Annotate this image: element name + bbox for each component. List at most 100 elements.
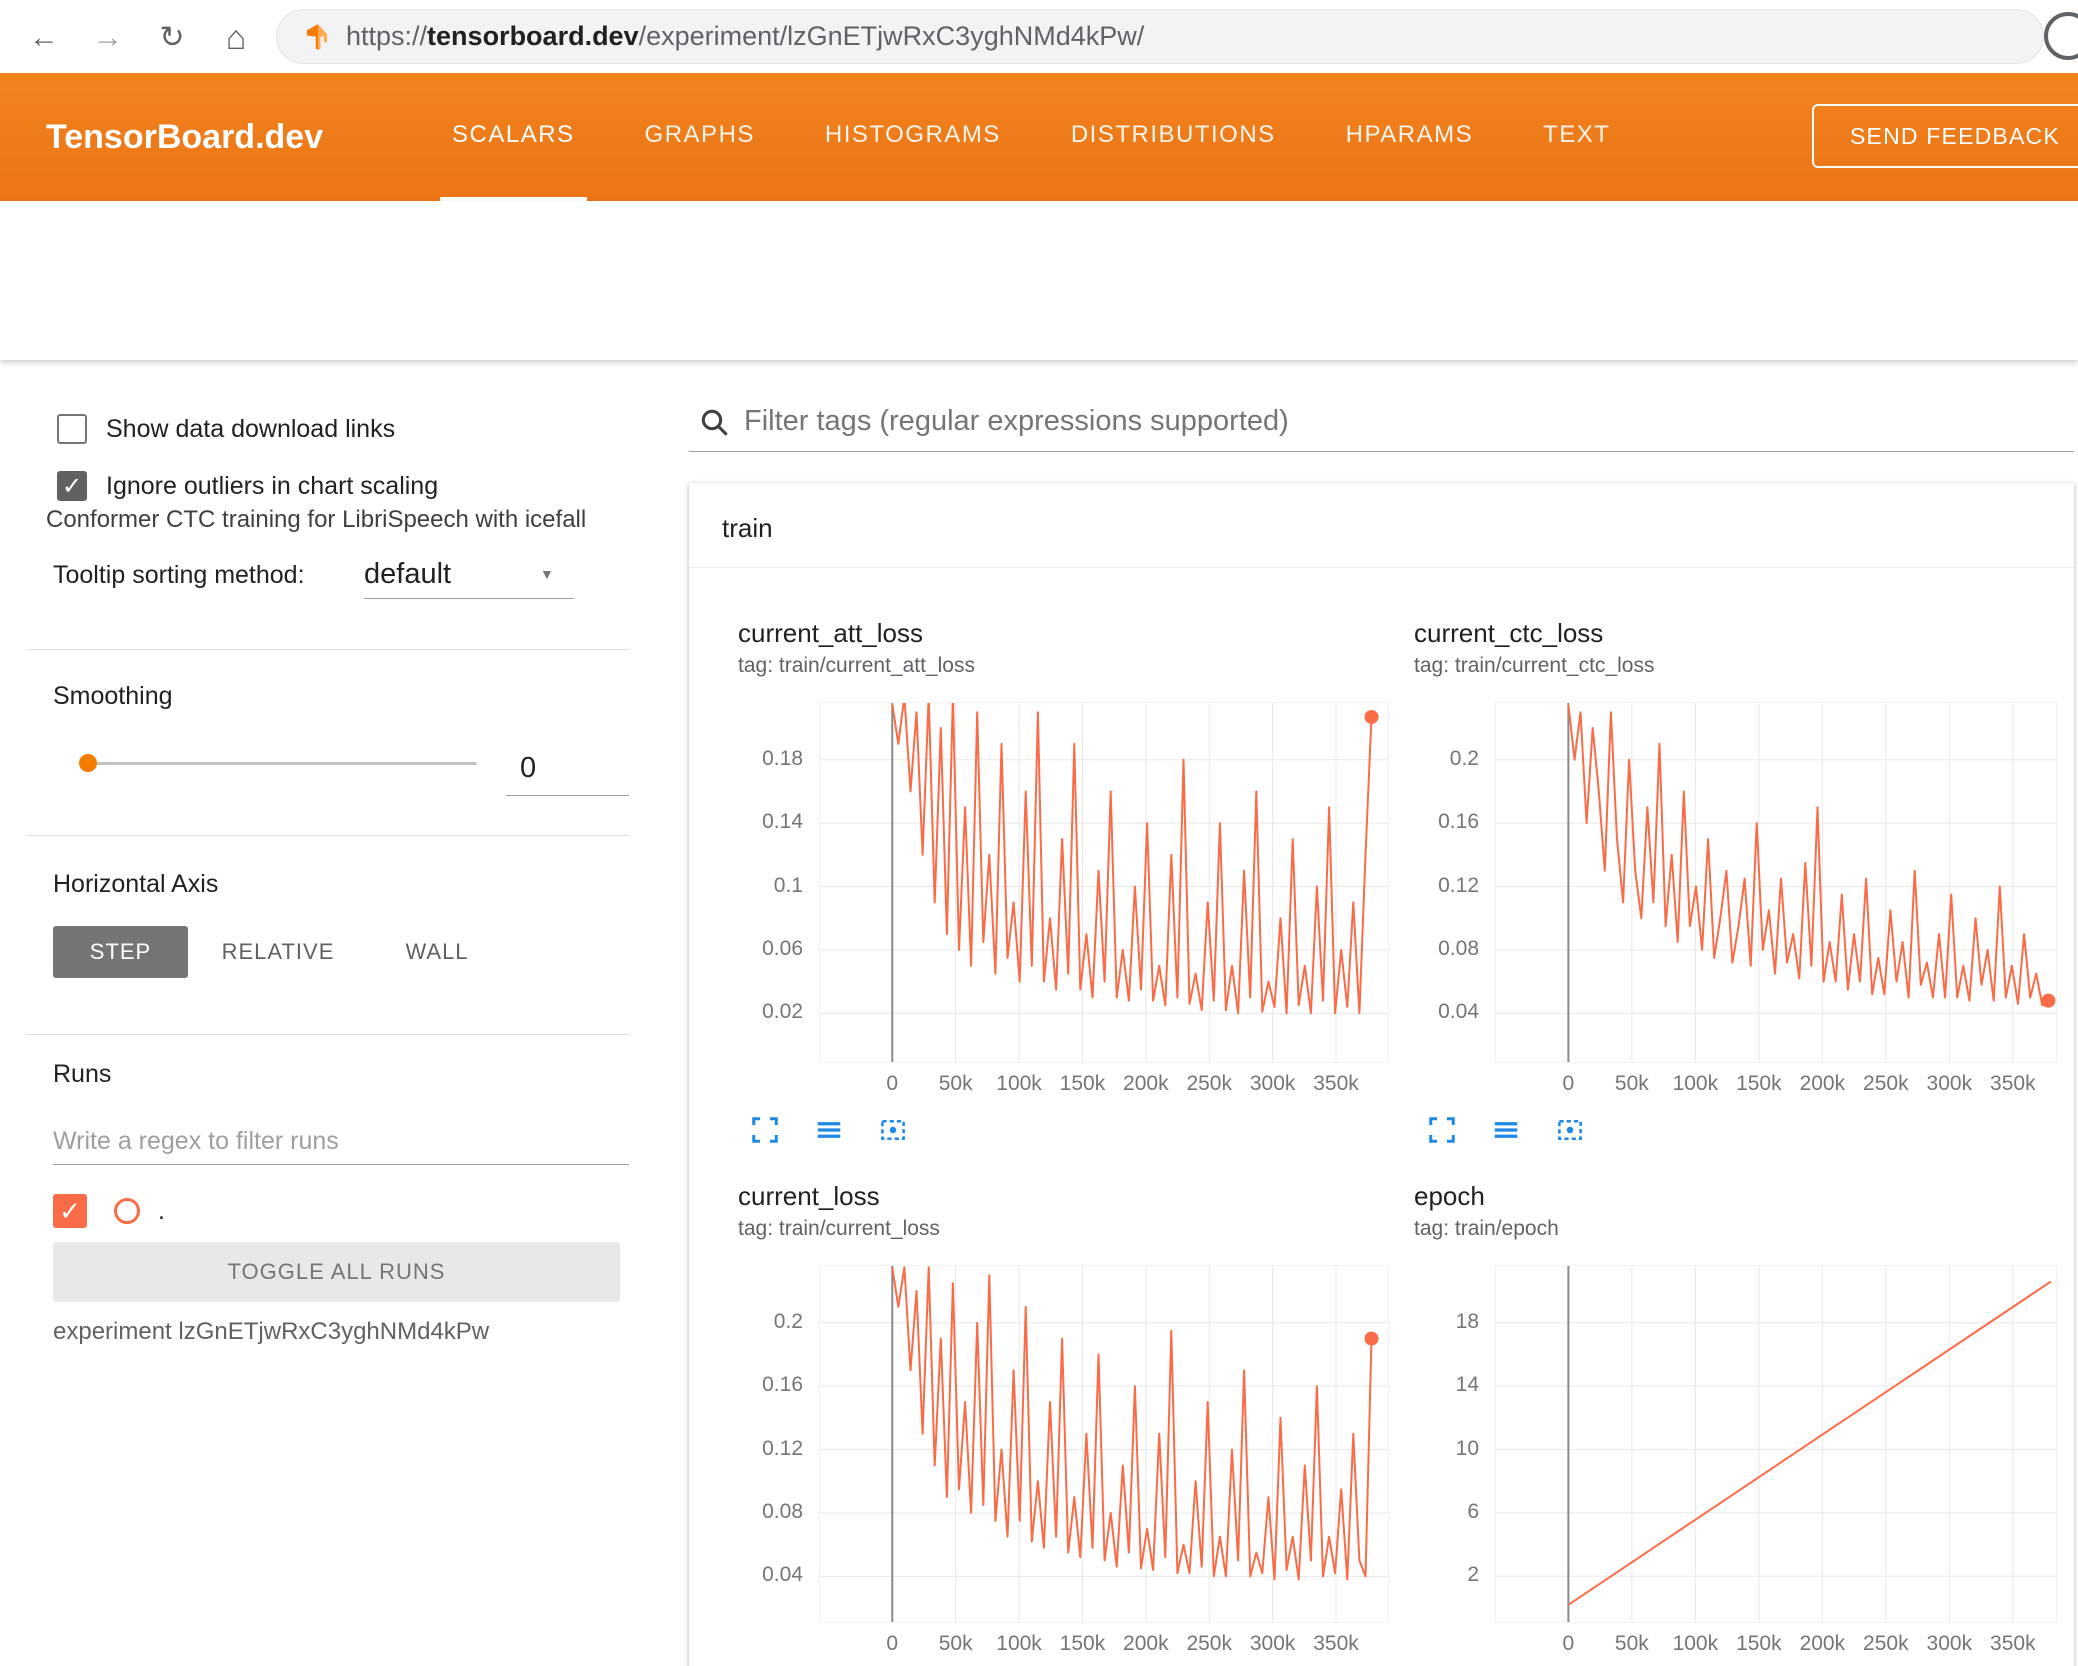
chart-toolbar (1427, 1115, 1585, 1145)
chart-toolbar (750, 1115, 908, 1145)
y-tick-label: 0.2 (773, 1309, 803, 1333)
chart-title: epoch (1414, 1181, 1485, 1211)
ignore-outliers-label: Ignore outliers in chart scaling (106, 472, 439, 500)
tab-graphs[interactable]: GRAPHS (633, 73, 767, 201)
ignore-outliers-checkbox[interactable]: ✓ (57, 471, 87, 501)
tab-distributions[interactable]: DISTRIBUTIONS (1059, 73, 1288, 201)
chart-title: current_att_loss (738, 618, 923, 648)
horizontal-axis-label: Horizontal Axis (53, 870, 219, 898)
runs-label: Runs (53, 1060, 112, 1088)
browser-reload-icon[interactable]: ↻ (150, 16, 194, 60)
y-tick-label: 0.04 (1438, 1000, 1479, 1024)
show-download-checkbox[interactable] (57, 414, 87, 444)
browser-forward-icon[interactable]: → (86, 16, 130, 60)
axis-relative-button[interactable]: RELATIVE (205, 926, 351, 978)
smoothing-slider-track[interactable] (83, 762, 477, 765)
show-download-label: Show data download links (106, 415, 396, 443)
plot-canvas[interactable] (820, 1266, 1388, 1622)
chart-title: current_ctc_loss (1414, 618, 1604, 648)
y-tick-label: 18 (1455, 1309, 1479, 1333)
chart-tag: tag: train/current_ctc_loss (1414, 654, 1655, 677)
y-tick-label: 0.12 (1438, 873, 1479, 897)
y-tick-label: 0.06 (762, 936, 803, 960)
experiment-title: Conformer CTC training for LibriSpeech w… (46, 506, 587, 533)
tooltip-sorting-select[interactable]: default (364, 556, 451, 592)
toggle-all-runs-button[interactable]: TOGGLE ALL RUNS (53, 1242, 620, 1302)
url-scheme: https:// (346, 21, 428, 51)
smoothing-value-input[interactable]: 0 (506, 752, 629, 796)
last-point-dot (1364, 1331, 1379, 1346)
tensorboard-page: ← → ↻ ⌂ https://tensorboard.dev/experime… (0, 0, 2078, 1666)
browser-back-icon[interactable]: ← (22, 16, 66, 60)
log-scale-icon[interactable] (814, 1115, 844, 1145)
fit-domain-icon[interactable] (878, 1115, 908, 1145)
y-tick-label: 0.2 (1449, 746, 1479, 770)
y-tick-label: 0.08 (1438, 936, 1479, 960)
tooltip-sorting-underline (364, 598, 574, 599)
train-group-title[interactable]: train (722, 513, 773, 544)
plot-epoch[interactable]: 2 6 10 14 18 0 50k 100k 150k 200k 250k 300k 350k (1456, 1265, 2057, 1655)
last-point-dot (2041, 993, 2056, 1008)
plot-canvas[interactable] (820, 695, 1388, 1062)
y-tick-label: 0.14 (762, 810, 803, 834)
runs-filter-underline (53, 1164, 629, 1165)
y-tick-label: 0.04 (762, 1563, 803, 1587)
run-checkbox[interactable]: ✓ (53, 1194, 87, 1228)
run-color-swatch[interactable] (114, 1198, 140, 1224)
chart-tag: tag: train/epoch (1414, 1217, 1559, 1240)
app-logo[interactable]: TensorBoard.dev (46, 73, 323, 201)
tab-scalars[interactable]: SCALARS (440, 73, 587, 201)
runs-filter-input[interactable]: Write a regex to filter runs (53, 1122, 339, 1160)
chart-title: current_loss (738, 1181, 880, 1211)
filter-tags-underline (689, 451, 2074, 452)
plot-current-att-loss[interactable]: 0.02 0.06 0.1 0.14 0.18 0 50k 100k 150k 200k 250k 3… (762, 695, 1389, 1095)
series-line (891, 1266, 1373, 1581)
tab-histograms[interactable]: HISTOGRAMS (813, 73, 1013, 201)
plot-current-loss[interactable]: 0.04 0.08 0.12 0.16 0.2 0 50k 100k 150k 200k 250k 3… (762, 1265, 1389, 1655)
plot-canvas[interactable] (1496, 703, 2056, 1062)
last-point-dot (1364, 709, 1379, 724)
url-domain: tensorboard.dev (427, 21, 639, 51)
search-icon (698, 406, 730, 438)
experiment-title-band: Conformer CTC training for LibriSpeech w… (0, 201, 2078, 533)
browser-home-icon[interactable]: ⌂ (214, 16, 258, 60)
y-tick-label: 0.02 (762, 1000, 803, 1024)
smoothing-label: Smoothing (53, 682, 173, 710)
log-scale-icon[interactable] (1491, 1115, 1521, 1145)
tab-text[interactable]: TEXT (1531, 73, 1622, 201)
plot-current-ctc-loss[interactable]: 0.04 0.08 0.12 0.16 0.2 0 50k 100k 150k 200k 250k 3… (1438, 702, 2057, 1095)
y-tick-label: 0.1 (773, 873, 803, 897)
browser-toolbar: ← → ↻ ⌂ https://tensorboard.dev/experime… (0, 0, 2078, 73)
header-tabs: SCALARS GRAPHS HISTOGRAMS DISTRIBUTIONS … (440, 73, 1622, 201)
send-feedback-button[interactable]: SEND FEEDBACK (1812, 104, 2078, 168)
axis-step-button[interactable]: STEP (53, 926, 188, 978)
chart-tag: tag: train/current_loss (738, 1217, 940, 1240)
y-tick-label: 0.12 (762, 1436, 803, 1460)
fullscreen-icon[interactable] (1427, 1115, 1457, 1145)
profile-avatar[interactable] (2044, 12, 2078, 60)
y-tick-label: 14 (1455, 1373, 1479, 1397)
smoothing-slider-thumb[interactable] (79, 754, 97, 772)
chart-tag: tag: train/current_att_loss (738, 654, 975, 677)
sidebar-divider (27, 835, 630, 836)
card-divider (689, 567, 2074, 568)
x-tick-label: 350k (1990, 1072, 2036, 1095)
tab-hparams[interactable]: HPARAMS (1334, 73, 1485, 201)
check-icon: ✓ (61, 473, 83, 500)
sidebar-divider (27, 649, 630, 650)
dropdown-arrow-icon[interactable]: ▼ (540, 566, 554, 582)
url-text[interactable]: https://tensorboard.dev/experiment/lzGnE… (346, 9, 1144, 64)
y-tick-label: 0.08 (762, 1499, 803, 1523)
x-tick-label: 350k (1990, 1632, 2036, 1655)
filter-tags-input[interactable]: Filter tags (regular expressions support… (744, 402, 1289, 440)
fullscreen-icon[interactable] (750, 1115, 780, 1145)
plot-canvas[interactable] (1496, 1266, 2056, 1622)
series-line (1567, 704, 2050, 1007)
fit-domain-icon[interactable] (1555, 1115, 1585, 1145)
series-line (891, 695, 1373, 1015)
axis-wall-button[interactable]: WALL (384, 926, 490, 978)
tensorboard-favicon (304, 23, 332, 51)
y-tick-label: 0.16 (762, 1373, 803, 1397)
run-name-label: . (158, 1197, 165, 1225)
check-icon: ✓ (59, 1196, 81, 1226)
